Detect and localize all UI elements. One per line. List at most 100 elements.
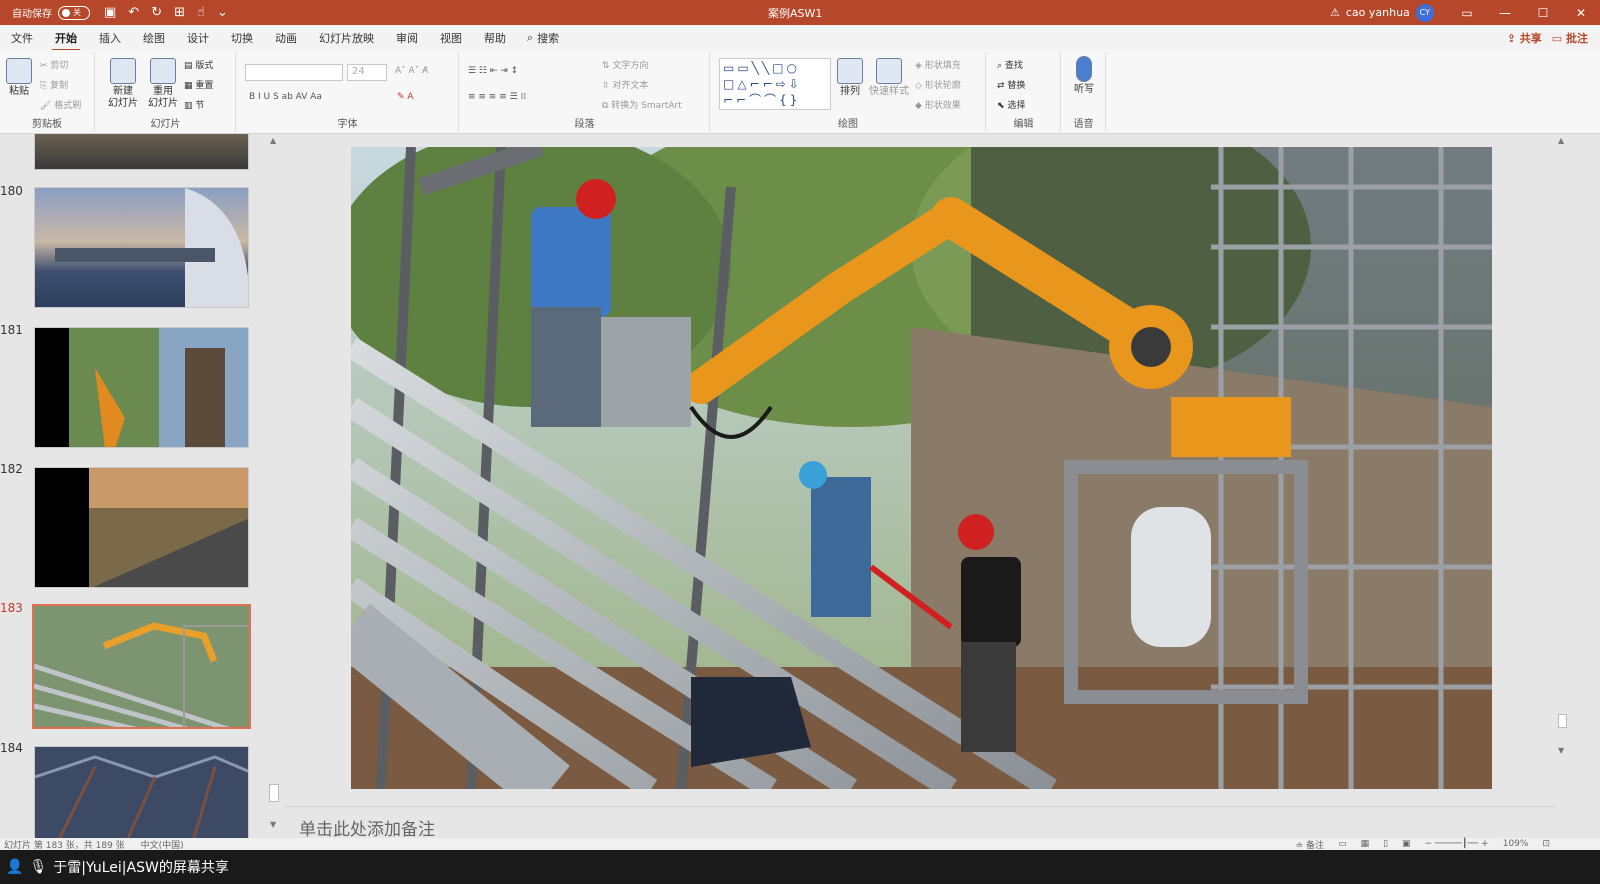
- undo-icon[interactable]: ↶: [128, 5, 139, 20]
- notes-pane[interactable]: 单击此处添加备注: [285, 806, 1555, 840]
- tab-design[interactable]: 设计: [176, 30, 220, 46]
- present-icon[interactable]: ⊞: [174, 5, 185, 20]
- tab-insert[interactable]: 插入: [88, 30, 132, 46]
- microphone-icon: [1076, 56, 1092, 82]
- slide-number: 182: [0, 462, 23, 476]
- dictate-button[interactable]: 听写: [1068, 56, 1100, 96]
- user-account[interactable]: ⚠ cao yanhua CY: [1330, 3, 1434, 22]
- paste-button[interactable]: 粘贴: [4, 58, 34, 98]
- shape-outline-button[interactable]: ◇ 形状轮廓: [915, 78, 961, 91]
- search-label: 搜索: [537, 31, 560, 45]
- close-icon[interactable]: ✕: [1562, 6, 1600, 20]
- touch-mode-icon[interactable]: ☝: [197, 5, 205, 20]
- slide-thumbnail-179[interactable]: [34, 134, 249, 170]
- quick-styles-button[interactable]: 快速样式: [869, 58, 909, 98]
- tab-help[interactable]: 帮助: [473, 30, 517, 46]
- tab-animations[interactable]: 动画: [264, 30, 308, 46]
- tab-view[interactable]: 视图: [429, 30, 473, 46]
- thumbnail-scrollbar[interactable]: ▲ ▼: [267, 134, 281, 834]
- microphone-icon[interactable]: 🎙: [29, 859, 47, 875]
- comments-button[interactable]: ▭ 批注: [1552, 30, 1588, 46]
- slide-scrollbar[interactable]: ▲ ▼: [1555, 134, 1569, 834]
- reuse-slide-button[interactable]: 重用 幻灯片: [144, 58, 182, 110]
- current-slide[interactable]: [351, 147, 1492, 789]
- layout-button[interactable]: ▤ 版式: [184, 58, 213, 71]
- cut-button[interactable]: ✂ 剪切: [40, 58, 68, 71]
- new-slide-button[interactable]: 新建 幻灯片: [104, 58, 142, 110]
- warning-icon: ⚠: [1330, 6, 1340, 19]
- layout-label: 版式: [195, 61, 214, 71]
- find-label: 查找: [1004, 61, 1023, 71]
- customize-toolbar-icon[interactable]: ⌄: [217, 5, 228, 20]
- copy-label: 复制: [50, 81, 69, 91]
- slide-sorter-icon[interactable]: ▦: [1361, 839, 1370, 849]
- new-slide-label: 新建 幻灯片: [108, 86, 138, 109]
- text-direction-button[interactable]: ⇅ 文字方向: [602, 58, 648, 71]
- slide-thumbnail[interactable]: [34, 327, 249, 448]
- save-icon[interactable]: ▣: [104, 5, 116, 20]
- replace-button[interactable]: ⇄ 替换: [997, 78, 1025, 91]
- minimize-icon[interactable]: —: [1486, 6, 1524, 20]
- reading-view-icon[interactable]: ▯: [1383, 839, 1388, 849]
- section-button[interactable]: ▥ 节: [184, 98, 204, 111]
- notes-placeholder[interactable]: 单击此处添加备注: [299, 815, 435, 840]
- voice-group: 听写 语音: [1062, 52, 1106, 132]
- slide-thumbnail[interactable]: [34, 467, 249, 588]
- share-button[interactable]: ⇪ 共享: [1507, 30, 1542, 46]
- font-style-buttons[interactable]: B I U S ab AV Aa: [249, 92, 322, 102]
- copy-button[interactable]: ⎘ 复制: [40, 78, 68, 91]
- slide-thumbnail[interactable]: [34, 187, 249, 308]
- notes-toggle-button[interactable]: ≐ 备注: [1296, 838, 1324, 851]
- scroll-up-icon[interactable]: ▲: [1558, 136, 1564, 145]
- reset-button[interactable]: ▦ 重置: [184, 78, 213, 91]
- font-color-buttons[interactable]: ✎ A: [397, 92, 414, 102]
- scroll-down-icon[interactable]: ▼: [1558, 746, 1564, 755]
- search-box[interactable]: ⌕ 搜索: [517, 30, 569, 46]
- scrollbar-thumb[interactable]: [1558, 714, 1567, 728]
- format-painter-button[interactable]: 🖌 格式刷: [40, 98, 81, 111]
- align-text-button[interactable]: ⇳ 对齐文本: [602, 78, 648, 91]
- status-right: ≐ 备注 ▭ ▦ ▯ ▣ − ─────┃── + 109% ⊡: [1296, 838, 1550, 851]
- tab-draw[interactable]: 绘图: [132, 30, 176, 46]
- fit-slide-icon[interactable]: ⊡: [1542, 839, 1550, 849]
- scroll-down-icon[interactable]: ▼: [270, 820, 276, 829]
- tab-review[interactable]: 审阅: [385, 30, 429, 46]
- scroll-up-icon[interactable]: ▲: [270, 136, 276, 145]
- normal-view-icon[interactable]: ▭: [1338, 839, 1347, 849]
- scrollbar-thumb[interactable]: [269, 784, 279, 802]
- tab-slideshow[interactable]: 幻灯片放映: [308, 30, 385, 46]
- autosave-toggle[interactable]: 关: [58, 5, 90, 20]
- shape-fill-button[interactable]: ◈ 形状填充: [915, 58, 961, 71]
- autosave-label: 自动保存: [12, 9, 52, 20]
- thumb-182-image: [89, 468, 248, 587]
- font-size-field[interactable]: 24: [347, 64, 387, 81]
- select-button[interactable]: ⬉ 选择: [997, 98, 1025, 111]
- slideshow-icon[interactable]: ▣: [1402, 839, 1411, 849]
- zoom-level[interactable]: 109%: [1503, 839, 1529, 849]
- shape-effects-button[interactable]: ◆ 形状效果: [915, 98, 961, 111]
- notes-toggle-label: 备注: [1306, 840, 1325, 851]
- reuse-slide-label: 重用 幻灯片: [148, 86, 178, 109]
- quick-styles-label: 快速样式: [869, 86, 909, 97]
- maximize-icon[interactable]: ☐: [1524, 6, 1562, 20]
- zoom-slider[interactable]: − ─────┃── +: [1425, 839, 1489, 849]
- align-buttons[interactable]: ≡ ≡ ≡ ≡ ☰ ⁞⁞: [468, 92, 526, 102]
- redo-icon[interactable]: ↻: [151, 5, 162, 20]
- title-bar: 自动保存 关 ▣ ↶ ↻ ⊞ ☝ ⌄ 案例ASW1 ⚠ cao yanhua C…: [0, 0, 1600, 25]
- list-buttons[interactable]: ☰ ☷ ⇤ ⇥ ↕: [468, 66, 518, 76]
- language-status[interactable]: 中文(中国): [141, 838, 184, 851]
- font-size-controls[interactable]: A˄ A˅ A̸: [395, 66, 428, 76]
- smartart-button[interactable]: ⧉ 转换为 SmartArt: [602, 98, 682, 111]
- font-name-field[interactable]: [245, 64, 343, 81]
- arrange-button[interactable]: 排列: [835, 58, 865, 98]
- find-button[interactable]: ⌕ 查找: [997, 58, 1023, 71]
- avatar[interactable]: CY: [1415, 3, 1434, 22]
- new-slide-icon: [110, 58, 136, 84]
- tab-home[interactable]: 开始: [44, 30, 88, 51]
- editing-group: ⌕ 查找 ⇄ 替换 ⬉ 选择 编辑: [987, 52, 1061, 132]
- tab-transitions[interactable]: 切换: [220, 30, 264, 46]
- ribbon-display-icon[interactable]: ▭: [1448, 6, 1486, 20]
- shapes-gallery[interactable]: ▭▭╲╲□○ □△⌐⌐⇨⇩ ⌐⌐⌒⌒{}: [719, 58, 831, 110]
- tab-file[interactable]: 文件: [0, 30, 44, 46]
- slide-thumbnail-selected[interactable]: [32, 604, 251, 729]
